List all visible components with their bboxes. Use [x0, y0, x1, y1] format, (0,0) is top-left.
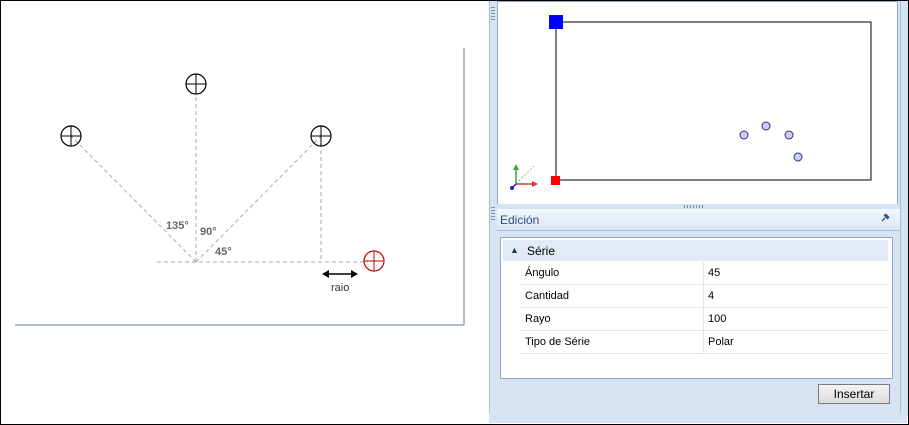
- property-name: Rayo: [525, 313, 551, 325]
- property-row-cantidad[interactable]: Cantidad 4: [521, 285, 888, 308]
- category-row-serie[interactable]: ▲ Série: [503, 240, 888, 261]
- splitter-grip-icon: [684, 205, 704, 208]
- preview-viewport[interactable]: [497, 1, 898, 205]
- angle-label-90: 90°: [200, 226, 217, 238]
- right-scroll-edge: [900, 1, 908, 415]
- radius-label: raio: [331, 282, 349, 294]
- crosshair-icon: [310, 125, 332, 147]
- crosshair-icon: [185, 73, 207, 95]
- insert-button[interactable]: Insertar: [818, 384, 890, 404]
- preview-point: [739, 130, 749, 140]
- preview-point: [784, 130, 794, 140]
- crosshair-icon: [60, 125, 82, 147]
- property-grid: ▲ Série Ángulo 45 Cantidad 4 Rayo 100 Ti…: [500, 237, 893, 379]
- property-value-rayo[interactable]: 100: [708, 313, 726, 325]
- edition-panel-header: Edición: [497, 209, 900, 231]
- bottom-panel-strip: [489, 413, 907, 423]
- preview-rectangle: [555, 21, 872, 181]
- preview-point: [793, 152, 803, 162]
- collapse-chevron-icon[interactable]: ▲: [510, 245, 520, 255]
- property-name: Ángulo: [525, 267, 560, 279]
- property-row-rayo[interactable]: Rayo 100: [521, 308, 888, 331]
- property-row-angulo[interactable]: Ángulo 45: [521, 262, 888, 285]
- splitter-grip-icon: [491, 7, 495, 21]
- property-value-angulo[interactable]: 45: [708, 267, 720, 279]
- category-label: Série: [527, 244, 556, 258]
- polar-series-illustration: 135° 90° 45° raio: [15, 48, 465, 326]
- property-name: Tipo de Série: [525, 336, 591, 348]
- property-name: Cantidad: [525, 290, 570, 302]
- corner-square-icon[interactable]: [551, 176, 560, 185]
- splitter-grip-icon: [491, 207, 495, 221]
- preview-canvas[interactable]: [498, 2, 897, 204]
- right-panel: Edición ▲ Série Ángulo 45 Cantidad 4 Ray…: [497, 1, 900, 415]
- axis-gizmo-icon: [510, 164, 538, 190]
- pin-icon[interactable]: [878, 212, 892, 226]
- property-row-tipo-de-serie[interactable]: Tipo de Série Polar: [521, 331, 888, 354]
- preview-point: [761, 121, 771, 131]
- edition-panel: Edición ▲ Série Ángulo 45 Cantidad 4 Ray…: [497, 209, 900, 415]
- ray-45: [195, 135, 322, 263]
- angle-label-135: 135°: [166, 220, 189, 232]
- ray-135: [70, 135, 197, 263]
- crosshair-red-icon: [363, 250, 385, 272]
- angle-label-45: 45°: [215, 246, 232, 258]
- origin-square-icon[interactable]: [549, 15, 563, 29]
- edition-panel-title: Edición: [500, 213, 540, 227]
- property-value-tipo-de-serie[interactable]: Polar: [708, 336, 734, 348]
- property-value-cantidad[interactable]: 4: [708, 290, 714, 302]
- double-arrow-icon: [322, 270, 358, 278]
